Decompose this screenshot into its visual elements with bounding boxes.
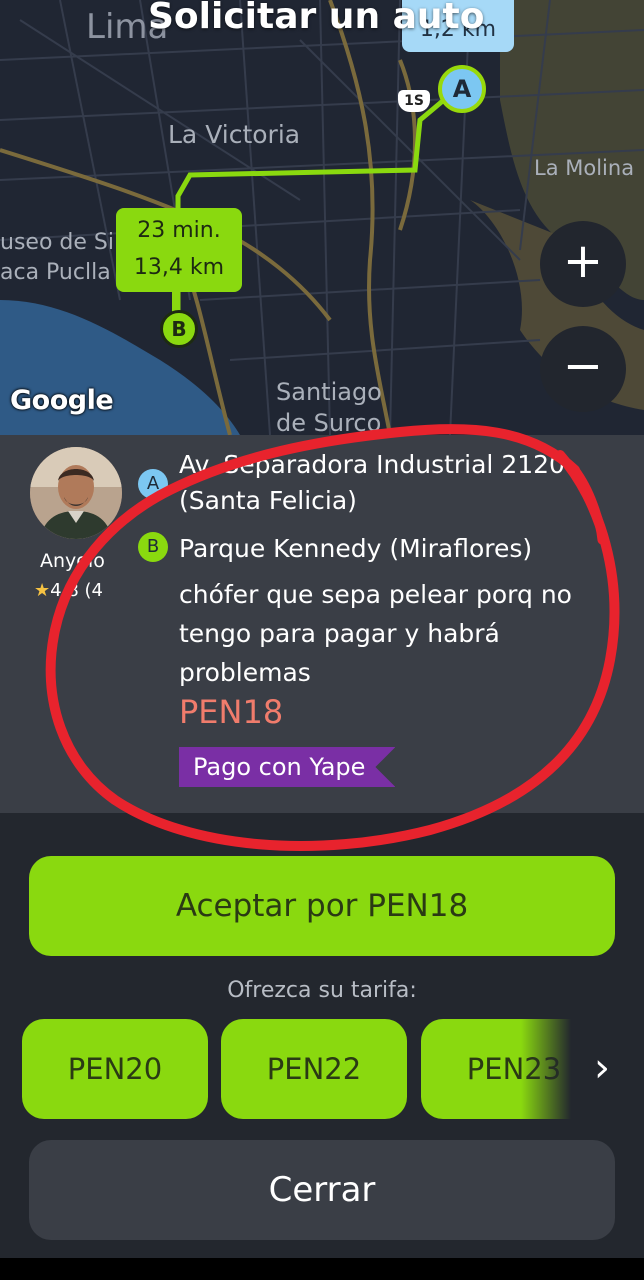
route-distance: 13,4 km [133,255,225,280]
scroll-fade [521,1019,571,1119]
actions-panel: Aceptar por PEN18 Ofrezca su tarifa: PEN… [0,813,644,1258]
pickup-address: Av. Separadora Industrial 2120 (Santa Fe… [179,450,565,515]
payment-method-tag: Pago con Yape [179,747,395,787]
map-label-de-surco: de Surco [276,409,382,435]
star-icon: ★ [34,580,51,601]
map-label-la-victoria: La Victoria [168,120,301,149]
pickup-pin-icon: A [138,469,168,499]
chevron-right-icon[interactable]: › [582,1043,622,1093]
page-title: Solicitar un auto [148,0,485,37]
fare-option-button[interactable]: PEN22 [221,1019,407,1119]
driver-rating: ★4,8 (4 [34,580,114,601]
fare-option-button[interactable]: PEN23 [421,1019,571,1119]
accept-button[interactable]: Aceptar por PEN18 [29,856,615,956]
map-label-museo: useo de Si [0,230,114,255]
zoom-out-button[interactable]: − [540,326,626,412]
minus-icon: − [562,338,604,394]
pickup-marker: A [438,65,486,113]
fare-option-label: PEN22 [266,1052,362,1086]
route-info-bubble: 23 min. 13,4 km [116,208,242,292]
offered-price: PEN18 [179,693,284,731]
driver-name: Anyelo [40,550,105,572]
system-navigation-bar [0,1258,644,1280]
ride-request-screen: Lima La Victoria La Molina useo de Si ac… [0,0,644,1280]
map-label-la-molina: La Molina [534,156,635,180]
route-bubble-tail [172,290,176,312]
driver-avatar [30,447,122,539]
fare-option-button[interactable]: PEN20 [22,1019,208,1119]
map-view[interactable]: Lima La Victoria La Molina useo de Si ac… [0,0,644,435]
dropoff-pin-icon: B [138,532,168,562]
plus-icon: + [562,233,604,289]
order-details-panel: Anyelo ★4,8 (4 A Av. Separadora Industri… [0,435,644,813]
zoom-in-button[interactable]: + [540,221,626,307]
map-label-huaca: aca Puclla [0,260,111,285]
google-logo: Google [10,385,114,416]
passenger-comment: chófer que sepa pelear porq no tengo par… [179,580,572,687]
route-time: 23 min. [137,218,221,243]
road-shield-icon: 1S [398,90,430,112]
offer-fare-label: Ofrezca su tarifa: [227,978,417,1003]
fare-option-label: PEN20 [67,1052,163,1086]
dropoff-marker: B [160,310,198,348]
avatar-photo-icon [30,447,122,539]
dropoff-address: Parque Kennedy (Miraflores) [179,534,533,563]
map-label-santiago: Santiago [276,378,382,406]
close-button[interactable]: Cerrar [29,1140,615,1240]
driver-rating-value: 4,8 (4 [50,580,103,601]
